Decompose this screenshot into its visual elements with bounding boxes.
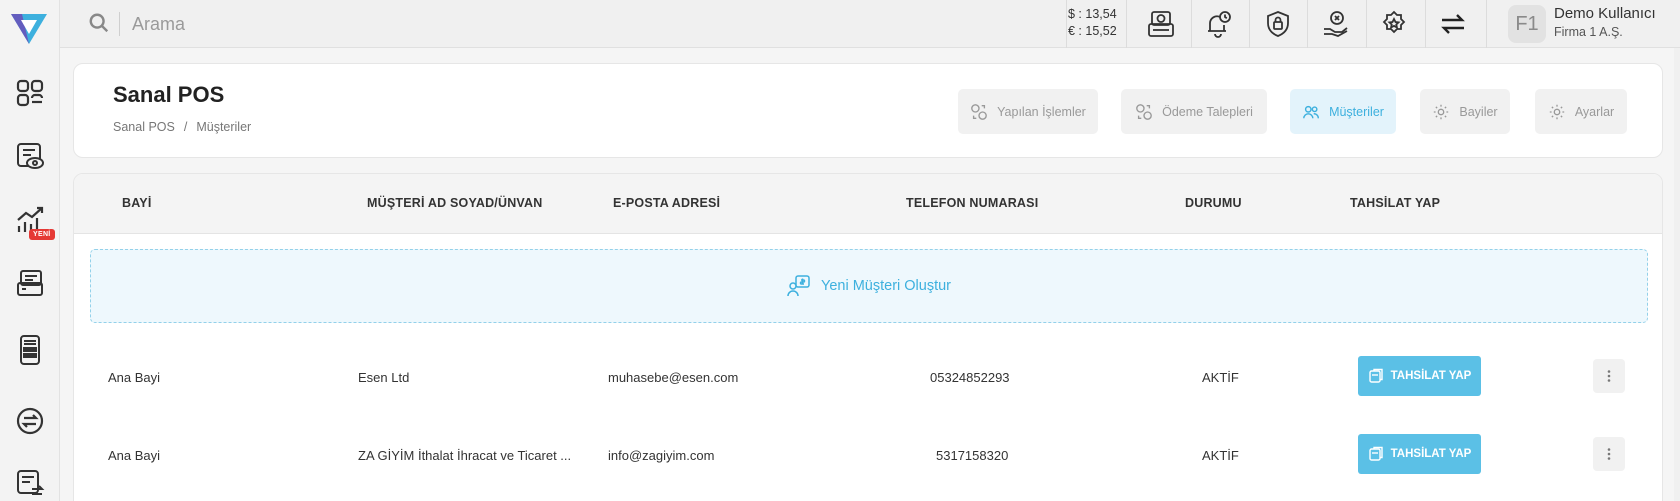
more-vertical-icon	[1607, 370, 1611, 382]
table-row: Ana Bayi Esen Ltd muhasebe@esen.com 0532…	[74, 341, 1662, 411]
user-company: Firma 1 A.Ş.	[1554, 25, 1623, 39]
exchange-coins-icon	[971, 103, 988, 120]
create-customer-button[interactable]: Yeni Müşteri Oluştur	[90, 249, 1648, 323]
eur-rate: € : 15,52	[1068, 24, 1117, 38]
tab-label: Yapılan İşlemler	[997, 104, 1086, 119]
avatar[interactable]: F1	[1508, 5, 1546, 43]
new-badge: YENİ	[29, 229, 55, 240]
swap-arrows-icon[interactable]	[1435, 6, 1471, 42]
search-input[interactable]	[132, 9, 652, 39]
divider	[1126, 0, 1127, 48]
page-header: Sanal POS Sanal POS / Müşteriler Yapılan…	[73, 63, 1663, 158]
payment-request-icon	[1136, 103, 1152, 120]
cell-email: muhasebe@esen.com	[608, 370, 739, 385]
currency-rates: $ : 13,54 € : 15,52	[1068, 6, 1117, 40]
gear-icon	[1549, 104, 1565, 119]
divider	[1486, 0, 1487, 48]
tab-label: Ödeme Talepleri	[1162, 104, 1253, 119]
cell-bayi: Ana Bayi	[108, 370, 161, 385]
divider	[1425, 0, 1426, 48]
cell-customer: ZA GİYİM İthalat İhracat ve Ticaret ...	[358, 448, 572, 463]
star-badge-icon[interactable]	[1376, 6, 1412, 42]
dashboard-icon[interactable]	[12, 75, 48, 111]
tab-ayarlar[interactable]: Ayarlar	[1535, 89, 1627, 134]
bell-clock-icon[interactable]	[1200, 6, 1236, 42]
customers-table: BAYİ MÜŞTERİ AD SOYAD/ÜNVAN E-POSTA ADRE…	[73, 173, 1663, 501]
row-actions-button[interactable]	[1593, 437, 1625, 471]
column-header-phone[interactable]: TELEFON NUMARASI	[906, 196, 1038, 210]
cell-email: info@zagiyim.com	[608, 448, 715, 463]
collect-payment-button[interactable]: TAHSİLAT YAP	[1358, 356, 1481, 396]
gear-icon	[1434, 104, 1449, 119]
tab-musteriler[interactable]: Müşteriler	[1290, 89, 1396, 134]
sidebar: YENİ	[0, 0, 60, 501]
pos-device-icon[interactable]	[1143, 6, 1179, 42]
users-icon	[1303, 105, 1319, 118]
column-header-status[interactable]: DURUMU	[1185, 196, 1242, 210]
divider	[1066, 0, 1067, 48]
pos-terminal-icon[interactable]	[12, 265, 48, 301]
logo[interactable]	[8, 8, 50, 48]
cell-bayi: Ana Bayi	[108, 448, 161, 463]
divider	[1191, 0, 1192, 48]
cell-status: AKTİF	[1202, 370, 1239, 385]
divider	[1249, 0, 1250, 48]
collect-payment-label: TAHSİLAT YAP	[1390, 370, 1472, 382]
payment-card-icon	[1368, 368, 1383, 383]
divider	[1366, 0, 1367, 48]
list-view-icon[interactable]	[12, 138, 48, 174]
breadcrumb-separator: /	[183, 120, 188, 134]
collect-payment-label: TAHSİLAT YAP	[1390, 448, 1472, 460]
table-row: Ana Bayi ZA GİYİM İthalat İhracat ve Tic…	[74, 419, 1662, 489]
page-scrollbar[interactable]	[1674, 48, 1680, 501]
create-customer-label: Yeni Müşteri Oluştur	[820, 278, 952, 294]
usd-rate: $ : 13,54	[1068, 7, 1117, 21]
calculator-pos-icon[interactable]	[12, 332, 48, 368]
cell-phone: 5317158320	[936, 448, 1009, 463]
payment-card-icon	[1368, 446, 1383, 461]
tab-yapilan-islemler[interactable]: Yapılan İşlemler	[958, 89, 1098, 134]
tab-bayiler[interactable]: Bayiler	[1420, 89, 1510, 134]
breadcrumb: Sanal POS / Müşteriler	[113, 120, 251, 134]
hand-coin-icon[interactable]	[1318, 6, 1354, 42]
cell-phone: 05324852293	[930, 370, 1010, 385]
collect-payment-button[interactable]: TAHSİLAT YAP	[1358, 434, 1481, 474]
shield-lock-icon[interactable]	[1260, 6, 1296, 42]
search-divider	[119, 12, 120, 36]
cell-status: AKTİF	[1202, 448, 1239, 463]
tab-label: Bayiler	[1459, 104, 1498, 119]
column-header-email[interactable]: E-POSTA ADRESİ	[613, 196, 720, 210]
more-vertical-icon	[1607, 448, 1611, 460]
row-actions-button[interactable]	[1593, 359, 1625, 393]
tab-odeme-talepleri[interactable]: Ödeme Talepleri	[1121, 89, 1267, 134]
column-header-customer[interactable]: MÜŞTERİ AD SOYAD/ÜNVAN	[367, 196, 542, 210]
tab-label: Ayarlar	[1574, 104, 1615, 119]
page-title: Sanal POS	[113, 82, 225, 107]
user-name[interactable]: Demo Kullanıcı	[1554, 5, 1656, 22]
top-bar: $ : 13,54 € : 15,52 F1 Demo Kullanıcı Fi…	[60, 0, 1680, 48]
column-header-pay: TAHSİLAT YAP	[1350, 196, 1441, 210]
transfer-icon[interactable]	[12, 403, 48, 439]
cell-customer: Esen Ltd	[358, 370, 410, 385]
column-header-bayi[interactable]: BAYİ	[122, 196, 152, 210]
table-header: BAYİ MÜŞTERİ AD SOYAD/ÜNVAN E-POSTA ADRE…	[74, 174, 1662, 234]
divider	[1307, 0, 1308, 48]
add-customer-icon	[787, 275, 810, 297]
list-transfer-icon[interactable]	[12, 465, 48, 501]
breadcrumb-item-sanal-pos[interactable]: Sanal POS	[113, 120, 175, 134]
breadcrumb-item-musteriler: Müşteriler	[196, 120, 252, 134]
tab-label: Müşteriler	[1329, 104, 1384, 119]
search-icon	[89, 13, 109, 33]
